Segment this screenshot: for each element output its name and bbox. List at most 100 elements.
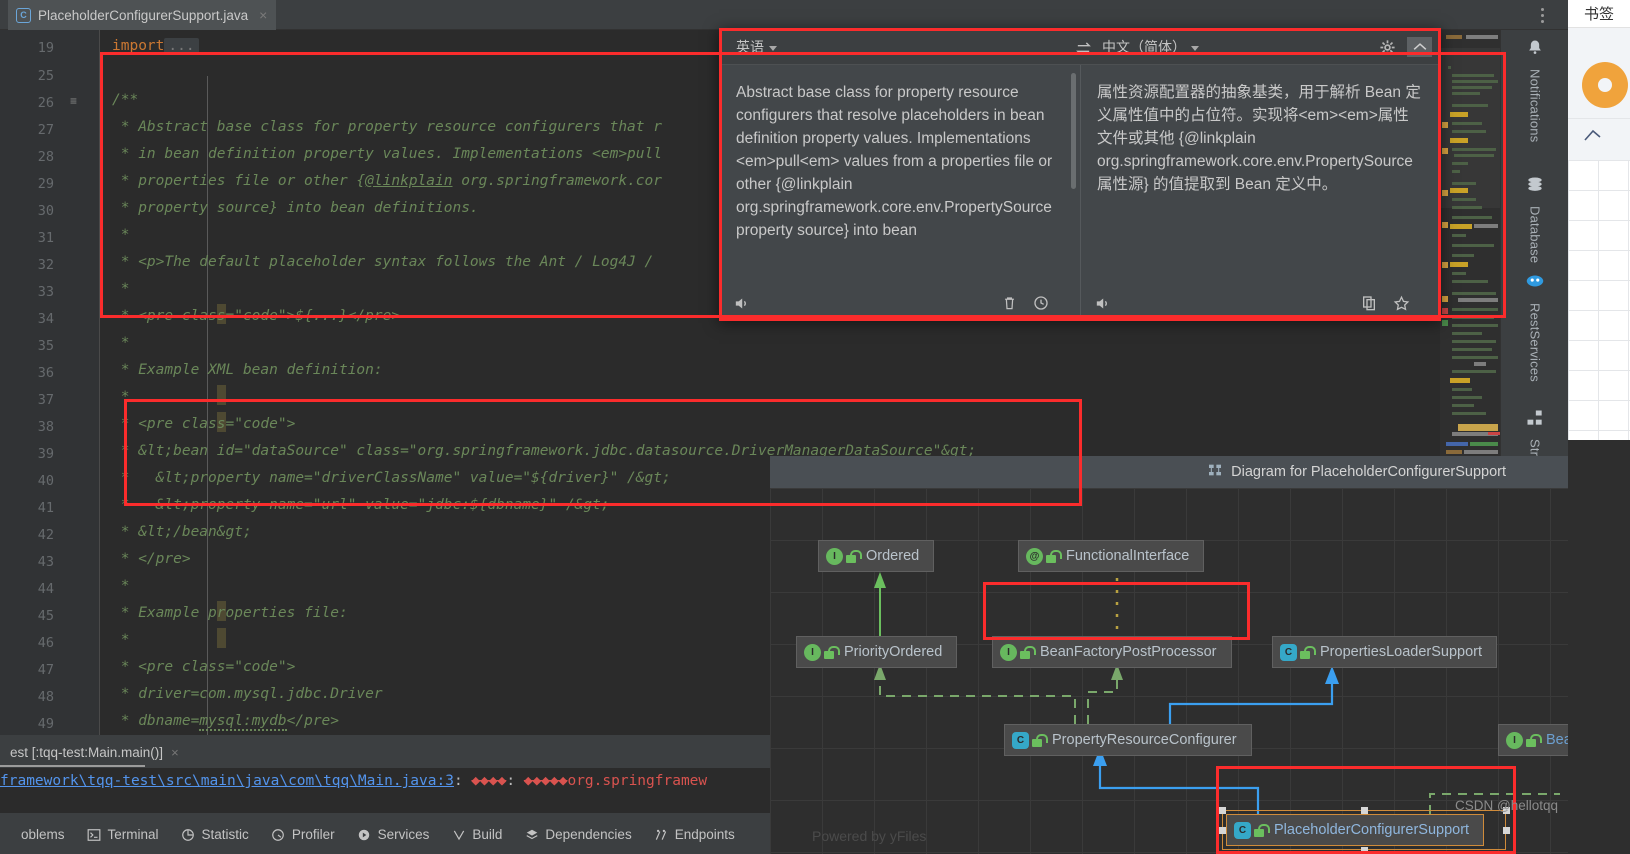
- line-number: 39: [37, 446, 54, 462]
- editor-tab-bar: C PlaceholderConfigurerSupport.java ×: [0, 0, 1568, 30]
- history-icon[interactable]: [1028, 290, 1054, 316]
- line-number: 19: [37, 40, 54, 56]
- line-number: 49: [37, 716, 54, 732]
- status-item-build[interactable]: Build: [451, 827, 502, 842]
- status-item-label: Build: [472, 827, 503, 842]
- status-item-label: Statistic: [201, 827, 249, 842]
- run-tab-label: est [:tqq-test:Main.main()]: [10, 744, 164, 760]
- diagram-node-ordered[interactable]: I Ordered: [818, 540, 935, 572]
- status-item-services[interactable]: Services: [357, 827, 430, 842]
- gear-icon[interactable]: [1379, 39, 1396, 61]
- line-number: 42: [37, 527, 54, 543]
- selection-handle[interactable]: [1361, 807, 1368, 814]
- diagram-panel[interactable]: Diagram for PlaceholderConfigurerSupport: [770, 456, 1568, 854]
- ide-window: C PlaceholderConfigurerSupport.java × 19…: [0, 0, 1568, 854]
- source-language-label: 英语: [736, 39, 764, 55]
- star-icon[interactable]: [1388, 290, 1414, 316]
- status-item-endpoints[interactable]: Endpoints: [654, 827, 735, 842]
- status-item-label: oblems: [21, 827, 65, 842]
- browser-right-column: 书签: [1568, 0, 1630, 854]
- chevron-down-icon: [1191, 46, 1199, 51]
- diagram-node-label: PropertyResourceConfigurer: [1052, 732, 1237, 748]
- diagram-node-placeholderconfigurersupport[interactable]: C PlaceholderConfigurerSupport: [1226, 814, 1485, 846]
- selection-handle[interactable]: [1361, 847, 1368, 854]
- status-item-terminal[interactable]: Terminal: [87, 827, 159, 842]
- diagram-canvas[interactable]: I Ordered @ FunctionalInterface I Priori…: [770, 488, 1568, 854]
- class-icon: C: [1012, 731, 1029, 749]
- run-tab[interactable]: est [:tqq-test:Main.main()] ×: [0, 738, 189, 766]
- speaker-icon[interactable]: [728, 290, 754, 316]
- tool-window-notifications[interactable]: Notifications: [1501, 38, 1569, 142]
- translation-popup[interactable]: 英语 中文（简体） Abstract base class for proper…: [719, 28, 1441, 321]
- code-line: * &lt;property name="driverClassName" va…: [112, 470, 671, 486]
- diagram-node-priorityordered[interactable]: I PriorityOrdered: [796, 636, 958, 668]
- diagram-node-label: PlaceholderConfigurerSupport: [1274, 822, 1470, 838]
- diagram-node-propertiesloadersupport[interactable]: C PropertiesLoaderSupport: [1272, 636, 1498, 668]
- collapse-icon[interactable]: [1407, 37, 1432, 57]
- source-language-selector[interactable]: 英语: [736, 37, 777, 57]
- code-line: * property source} into bean definitions…: [112, 200, 479, 216]
- linkplain-tag[interactable]: @linkplain: [365, 173, 452, 189]
- more-options-icon[interactable]: [1534, 4, 1550, 26]
- diagram-node-propertyresourceconfigurer[interactable]: C PropertyResourceConfigurer: [1004, 724, 1252, 756]
- target-language-selector[interactable]: 中文（简体）: [1102, 37, 1199, 57]
- java-class-icon: C: [16, 7, 31, 23]
- bookmarks-header[interactable]: 书签: [1568, 0, 1630, 28]
- tool-window-label: Database: [1527, 206, 1543, 264]
- lock-icon: [1526, 733, 1542, 747]
- console-file-link[interactable]: framework\tqq-test\src\main\java\com\tqq…: [0, 773, 454, 789]
- status-item-label: Services: [377, 827, 430, 842]
- code-line: *: [112, 578, 130, 594]
- diagram-title: Diagram for PlaceholderConfigurerSupport: [1231, 464, 1506, 480]
- lock-icon: [846, 549, 862, 563]
- status-item-statistic[interactable]: Statistic: [181, 827, 249, 842]
- selection-handle[interactable]: [1219, 807, 1226, 814]
- line-number: 48: [37, 689, 54, 705]
- status-item-profiler[interactable]: Profiler: [271, 827, 335, 842]
- selection-handle[interactable]: [1219, 827, 1226, 834]
- target-text: 属性资源配置器的抽象基类，用于解析 Bean 定义属性值中的占位符。实现将<em…: [1097, 84, 1421, 193]
- source-text-panel[interactable]: Abstract base class for property resourc…: [720, 65, 1080, 285]
- trash-icon[interactable]: [996, 290, 1022, 316]
- status-item-label: Endpoints: [674, 827, 735, 842]
- yfiles-watermark: Powered by yFiles: [812, 828, 927, 844]
- fold-marker-icon[interactable]: ≡: [70, 94, 84, 108]
- code-line: * </pre>: [112, 551, 191, 567]
- code-line: * <pre class="code">: [112, 416, 296, 432]
- editor-gutter: 19 25 26 27 28 29 30 31 32 33 34 35 36 3…: [0, 30, 100, 735]
- diagram-node-beanfactorypostprocessor[interactable]: I BeanFactoryPostProcessor: [992, 636, 1232, 668]
- copy-icon[interactable]: [1356, 290, 1382, 316]
- status-item-problems[interactable]: oblems: [0, 827, 65, 842]
- swap-languages-icon[interactable]: [1075, 42, 1092, 60]
- diagram-header: Diagram for PlaceholderConfigurerSupport: [770, 456, 1568, 488]
- selection-handle[interactable]: [1503, 827, 1510, 834]
- translation-body: Abstract base class for property resourc…: [720, 65, 1440, 285]
- source-scrollbar[interactable]: [1071, 73, 1076, 189]
- interface-icon: I: [826, 547, 843, 565]
- console-error-1: ◆◆◆◆: [471, 773, 507, 789]
- run-tab-underline: [0, 765, 145, 767]
- diagram-node-functionalinterface[interactable]: @ FunctionalInterface: [1018, 540, 1205, 572]
- code-line: * <pre class="code">: [112, 659, 296, 675]
- line-number: 33: [37, 284, 54, 300]
- code-line: * dbname=mysql:mydb</pre>: [112, 713, 340, 731]
- target-text-panel[interactable]: 属性资源配置器的抽象基类，用于解析 Bean 定义属性值中的占位符。实现将<em…: [1080, 65, 1440, 285]
- tool-window-rest-services[interactable]: RestServices: [1501, 270, 1569, 382]
- line-number: 30: [37, 203, 54, 219]
- avatar[interactable]: [1582, 62, 1628, 108]
- close-icon[interactable]: ×: [171, 745, 179, 760]
- diagram-node-label: BeanFactoryPostProcessor: [1040, 644, 1217, 660]
- editor-tab-placeholderconfigurersupport[interactable]: C PlaceholderConfigurerSupport.java ×: [8, 0, 277, 30]
- translation-header: 英语 中文（简体）: [720, 29, 1440, 65]
- line-number: 47: [37, 662, 54, 678]
- speaker-icon[interactable]: [1089, 290, 1115, 316]
- folded-imports[interactable]: ...: [164, 38, 199, 54]
- close-icon[interactable]: ×: [259, 7, 267, 23]
- diagram-node-bean[interactable]: I Bean: [1498, 724, 1568, 756]
- class-icon: C: [1234, 821, 1251, 839]
- line-number: 45: [37, 608, 54, 624]
- status-item-dependencies[interactable]: Dependencies: [524, 827, 632, 842]
- diagram-node-label: PropertiesLoaderSupport: [1320, 644, 1483, 660]
- tool-window-database[interactable]: Database: [1501, 175, 1569, 263]
- code-line: *: [112, 389, 130, 405]
